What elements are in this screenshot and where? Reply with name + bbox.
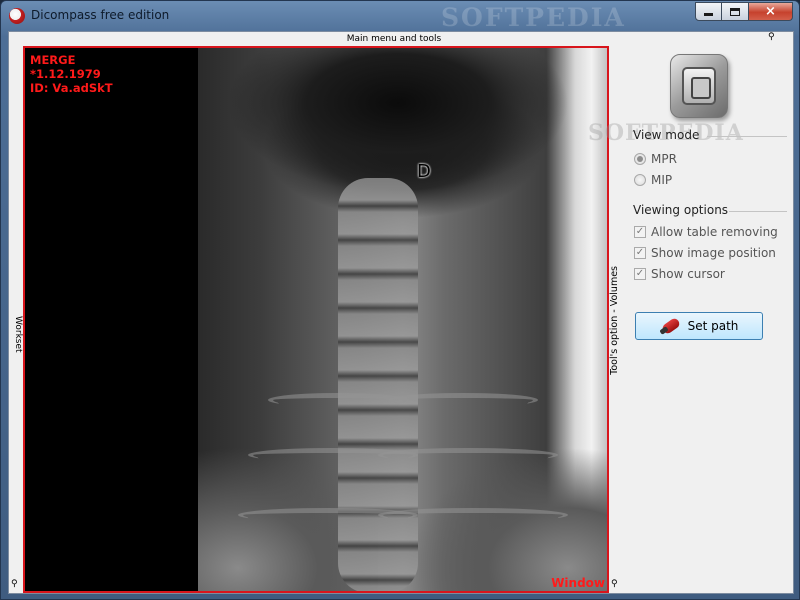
image-viewport[interactable]: D MERGE *1.12.1979 ID: Va.adSkT Window [23, 46, 609, 593]
client-area: Main menu and tools ⚲ Workset ⚲ D MERGE … [8, 31, 794, 594]
watermark-text: SOFTPEDIA [441, 3, 626, 32]
patient-name: MERGE [30, 53, 76, 67]
pin-icon[interactable]: ⚲ [768, 33, 775, 42]
radio-label: MIP [651, 173, 673, 187]
maximize-button[interactable] [722, 2, 749, 21]
xray-rib [388, 393, 538, 407]
radio-label: MPR [651, 152, 677, 166]
patient-id: ID: Va.adSkT [30, 81, 113, 95]
usb-drive-icon [660, 317, 682, 335]
radio-icon[interactable] [634, 174, 646, 186]
tools-option-label: Tool's option - Volumes [609, 266, 620, 375]
viewing-options-title: Viewing options [633, 203, 729, 217]
patient-info-overlay: MERGE *1.12.1979 ID: Va.adSkT [30, 53, 113, 95]
checkmark-icon[interactable]: ✓ [634, 247, 646, 259]
pin-icon[interactable]: ⚲ [11, 580, 18, 589]
radio-mpr[interactable]: MPR [634, 152, 677, 166]
volume-options-panel: SOFTPEDIA View mode MPR MIP Viewing opti… [588, 46, 793, 595]
checkbox-label: Show cursor [651, 267, 725, 281]
pin-icon[interactable]: ⚲ [611, 580, 618, 589]
minimize-button[interactable] [695, 2, 722, 21]
checkbox-show-image-position[interactable]: ✓ Show image position [634, 246, 776, 260]
close-button[interactable]: × [749, 2, 793, 21]
checkmark-icon[interactable]: ✓ [634, 226, 646, 238]
checkmark-icon[interactable]: ✓ [634, 268, 646, 280]
xray-image[interactable]: D [198, 48, 607, 591]
minimize-icon [704, 13, 713, 16]
checkbox-label: Show image position [651, 246, 776, 260]
xray-spine [338, 178, 418, 591]
set-path-button[interactable]: Set path [635, 312, 763, 340]
checkbox-allow-table-removing[interactable]: ✓ Allow table removing [634, 225, 778, 239]
dicompass-product-icon [670, 54, 728, 118]
checkbox-label: Allow table removing [651, 225, 778, 239]
orientation-marker: D [417, 161, 431, 182]
dicompass-logo-icon[interactable] [9, 8, 25, 24]
xray-rib [268, 393, 408, 407]
workset-label: Workset [13, 316, 23, 353]
group-divider [707, 136, 787, 137]
close-icon: × [765, 4, 776, 19]
radio-mip[interactable]: MIP [634, 173, 672, 187]
window-title: Dicompass free edition [31, 8, 170, 22]
xray-rib [378, 448, 558, 462]
radio-icon[interactable] [634, 153, 646, 165]
cube-icon [682, 67, 716, 105]
set-path-label: Set path [687, 319, 739, 333]
xray-rib [378, 508, 568, 522]
group-divider [729, 211, 787, 212]
patient-birthdate: *1.12.1979 [30, 67, 101, 81]
maximize-icon [730, 7, 740, 16]
workset-strip[interactable]: Workset ⚲ [9, 46, 23, 595]
window-controls: × [695, 2, 793, 21]
app-window: Dicompass free edition SOFTPEDIA × Main … [0, 0, 800, 600]
window-level-label: Window [551, 576, 605, 590]
checkbox-show-cursor[interactable]: ✓ Show cursor [634, 267, 725, 281]
title-bar[interactable]: Dicompass free edition SOFTPEDIA × [1, 1, 799, 32]
main-menu-header[interactable]: Main menu and tools [9, 32, 779, 46]
view-mode-title: View mode [633, 128, 700, 142]
